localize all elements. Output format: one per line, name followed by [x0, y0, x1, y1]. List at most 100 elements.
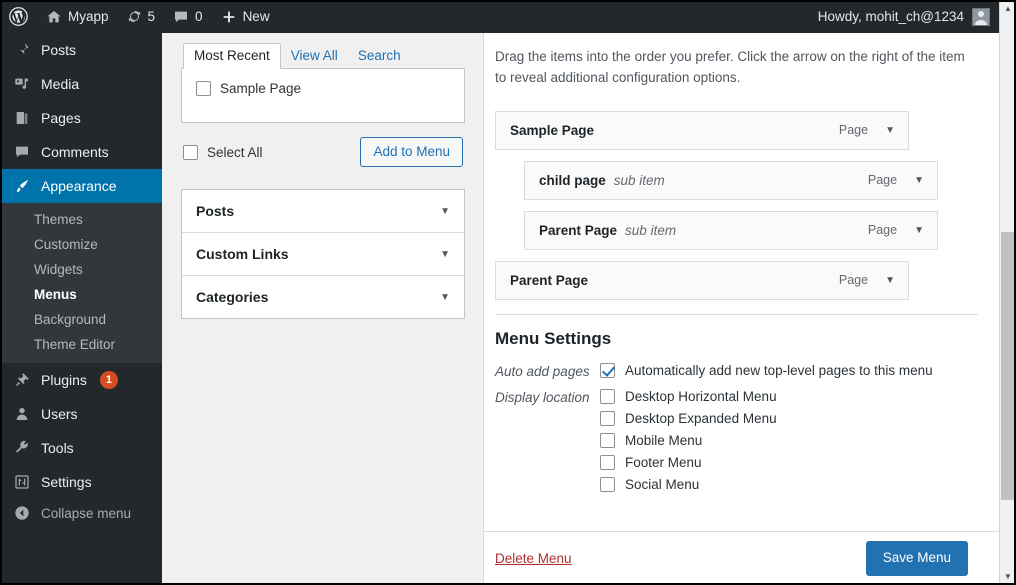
location-checkbox[interactable] — [600, 388, 615, 404]
add-menu-items-panel: Most Recent View All Search Sample Page … — [181, 40, 465, 320]
wordpress-logo-menu[interactable] — [0, 0, 37, 33]
select-all-checkbox[interactable] — [183, 144, 198, 160]
comments-count: 0 — [195, 8, 203, 24]
sidebar-item-theme-editor[interactable]: Theme Editor — [0, 332, 162, 357]
menu-item-subitem-label: sub item — [613, 172, 665, 188]
home-icon — [46, 9, 62, 25]
location-checkbox[interactable] — [600, 432, 615, 448]
location-checkbox[interactable] — [600, 410, 615, 426]
display-location-row: Display location Desktop Horizontal Menu… — [495, 388, 978, 492]
display-location-label: Display location — [495, 389, 590, 405]
sidebar-item-widgets[interactable]: Widgets — [0, 257, 162, 282]
scrollbar-thumb[interactable] — [1001, 232, 1015, 500]
menu-item-title: Parent Page — [539, 222, 618, 238]
location-checkbox[interactable] — [600, 454, 615, 470]
plug-icon — [12, 372, 32, 388]
updates-refresh-icon — [127, 9, 142, 24]
page-scrollbar[interactable]: ▲ ▼ — [999, 0, 1016, 585]
wordpress-admin-screen: Myapp 5 0 New Howdy, mohit_ch@1234 Posts… — [0, 0, 1016, 585]
location-checkbox[interactable] — [600, 476, 615, 492]
location-social[interactable]: Social Menu — [600, 476, 777, 492]
scroll-up-arrow-icon[interactable]: ▲ — [1000, 0, 1016, 17]
scroll-down-arrow-icon[interactable]: ▼ — [1000, 568, 1016, 585]
location-footer[interactable]: Footer Menu — [600, 454, 777, 470]
chevron-down-icon[interactable]: ▼ — [885, 275, 895, 286]
chevron-down-icon[interactable]: ▼ — [885, 125, 895, 136]
menu-item-type: Page — [838, 273, 869, 288]
select-all-row[interactable]: Select All — [183, 144, 263, 160]
sidebar-item-themes[interactable]: Themes — [0, 207, 162, 232]
sidebar-item-pages[interactable]: Pages — [0, 101, 162, 135]
chevron-down-icon[interactable]: ▼ — [914, 225, 924, 236]
sidebar-item-tools[interactable]: Tools — [0, 431, 162, 465]
sliders-icon — [12, 474, 32, 490]
new-content-menu[interactable]: New — [212, 0, 279, 33]
location-label: Desktop Expanded Menu — [625, 410, 777, 426]
location-label: Social Menu — [625, 476, 700, 492]
menu-item-row[interactable]: Parent Page sub item Page ▼ — [524, 210, 938, 250]
sidebar-item-menus[interactable]: Menus — [0, 282, 162, 307]
site-name-menu[interactable]: Myapp — [37, 0, 118, 33]
user-avatar-icon — [972, 7, 990, 26]
page-checkbox-row[interactable]: Sample Page — [196, 81, 450, 96]
menu-item-subitem-label: sub item — [625, 222, 677, 238]
wordpress-logo-icon — [9, 7, 28, 26]
menu-item-type: Page — [838, 123, 869, 138]
my-account-menu[interactable]: Howdy, mohit_ch@1234 — [817, 7, 1016, 26]
menu-footer-actions: Delete Menu Save Menu — [483, 531, 1000, 585]
accordion-categories[interactable]: Categories ▼ — [182, 276, 464, 318]
sidebar-item-users[interactable]: Users — [0, 397, 162, 431]
location-desktop-horizontal[interactable]: Desktop Horizontal Menu — [600, 388, 777, 404]
sidebar-item-comments[interactable]: Comments — [0, 135, 162, 169]
save-menu-button[interactable]: Save Menu — [865, 541, 968, 576]
accordion-posts[interactable]: Posts ▼ — [182, 190, 464, 234]
location-label: Mobile Menu — [625, 432, 703, 448]
menu-item-row[interactable]: Sample Page Page ▼ — [495, 110, 909, 150]
location-mobile[interactable]: Mobile Menu — [600, 432, 777, 448]
menu-structure-instructions: Drag the items into the order you prefer… — [495, 49, 965, 85]
tab-most-recent[interactable]: Most Recent — [183, 42, 281, 69]
delete-menu-link[interactable]: Delete Menu — [495, 551, 572, 566]
sidebar-item-settings[interactable]: Settings — [0, 465, 162, 499]
item-type-accordion: Posts ▼ Custom Links ▼ Categories ▼ — [181, 189, 465, 320]
collapse-menu-button[interactable]: Collapse menu — [0, 499, 162, 527]
location-label: Desktop Horizontal Menu — [625, 388, 777, 404]
accordion-label: Posts — [196, 203, 235, 220]
howdy-label: Howdy, mohit_ch@1234 — [817, 9, 964, 24]
user-icon — [12, 406, 32, 422]
auto-add-pages-label: Auto add pages — [495, 363, 590, 379]
updates-menu[interactable]: 5 — [118, 0, 165, 33]
updates-count: 5 — [147, 8, 156, 24]
accordion-custom-links[interactable]: Custom Links ▼ — [182, 233, 464, 277]
sidebar-item-plugins[interactable]: Plugins 1 — [0, 363, 162, 397]
sidebar-item-label: Users — [41, 406, 78, 422]
sidebar-item-appearance[interactable]: Appearance — [0, 169, 170, 203]
add-to-menu-button[interactable]: Add to Menu — [360, 137, 463, 168]
wrench-icon — [12, 440, 32, 456]
sidebar-item-label: Pages — [41, 110, 81, 126]
chevron-down-icon[interactable]: ▼ — [914, 175, 924, 186]
auto-add-pages-checkbox[interactable] — [600, 362, 615, 378]
tab-view-all[interactable]: View All — [281, 44, 348, 69]
plus-icon — [221, 9, 237, 25]
menu-item-title: child page — [539, 172, 606, 188]
menu-item-row[interactable]: Parent Page Page ▼ — [495, 260, 909, 300]
sidebar-item-posts[interactable]: Posts — [0, 33, 162, 67]
admin-bar: Myapp 5 0 New Howdy, mohit_ch@1234 — [0, 0, 1016, 33]
menu-item-type: Page — [867, 173, 898, 188]
sidebar-item-background[interactable]: Background — [0, 307, 162, 332]
sidebar-item-label: Tools — [41, 440, 74, 456]
menu-item-row[interactable]: child page sub item Page ▼ — [524, 160, 938, 200]
sidebar-item-label: Posts — [41, 42, 77, 58]
auto-add-pages-option[interactable]: Automatically add new top-level pages to… — [600, 362, 933, 378]
sidebar-item-customize[interactable]: Customize — [0, 232, 162, 257]
chevron-down-icon: ▼ — [440, 248, 450, 260]
location-desktop-expanded[interactable]: Desktop Expanded Menu — [600, 410, 777, 426]
comments-menu[interactable]: 0 — [164, 0, 212, 33]
tab-search[interactable]: Search — [348, 44, 411, 69]
sidebar-item-media[interactable]: Media — [0, 67, 162, 101]
paintbrush-icon — [12, 178, 32, 194]
sample-page-checkbox[interactable] — [196, 81, 211, 96]
media-icon — [12, 76, 32, 92]
chevron-down-icon: ▼ — [440, 291, 450, 303]
